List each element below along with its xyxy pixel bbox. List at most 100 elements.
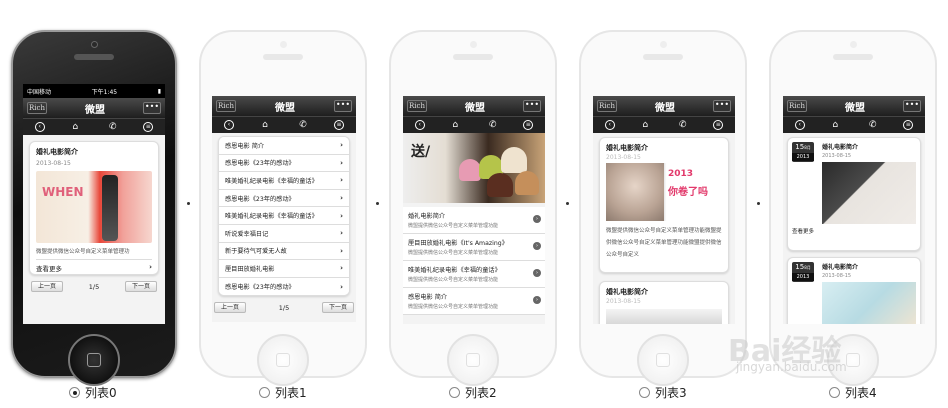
list-item[interactable]: 厘目田放婚礼电影 › [219, 260, 349, 278]
toolbar: ‹ ⌂ ✆ ≡ [212, 116, 356, 133]
phone-preview-1: Rich 微盟 ••• ‹ ⌂ ✆ ≡ 感恩电影 简介 › 感恩电影《23年的感动… [199, 30, 367, 386]
list-item[interactable]: 婚礼电影简介 微盟提供微信公众号自定义菜单管理功能 › [403, 207, 545, 234]
radio-icon[interactable] [449, 387, 460, 398]
list-item[interactable]: 感恩电影《23年的感动》 › [219, 189, 349, 208]
home-icon[interactable]: ⌂ [638, 120, 652, 130]
more-menu-button[interactable]: ••• [713, 100, 731, 112]
list-item[interactable]: 感恩电影《23年的感动》 › [219, 277, 349, 296]
option-list1[interactable]: 列表1 [259, 384, 307, 401]
nav-logo[interactable]: Rich [597, 100, 617, 112]
list-item[interactable]: 厘目田放婚礼电影《It's Amazing》 微盟提供微信公众号自定义菜单管理功… [403, 234, 545, 261]
nav-title: 微盟 [465, 102, 485, 114]
nav-logo[interactable]: Rich [787, 100, 807, 112]
ad-text: 你卷了吗 [668, 187, 708, 198]
option-list0[interactable]: 列表0 [69, 384, 117, 401]
prev-page-button[interactable]: 上一页 [214, 302, 246, 314]
timeline-card[interactable]: 158月 2013 婚礼电影简介 2013-08-15 查看更多 [787, 137, 921, 251]
radio-icon[interactable] [639, 387, 650, 398]
list-item[interactable]: 感恩电影《23年的感动》 › [219, 154, 349, 173]
status-carrier: 中国移动 [27, 88, 52, 96]
article-card[interactable]: 婚礼电影简介 2013-08-15 2013 你卷了吗 微盟提供微信公众号自定义… [599, 137, 729, 273]
menu-icon[interactable]: ≡ [713, 120, 724, 130]
separator-dot [187, 202, 190, 205]
next-page-button[interactable]: 下一页 [322, 302, 354, 314]
nav-title: 微盟 [655, 102, 675, 114]
card-image [822, 282, 916, 324]
list-item[interactable]: 唯美婚礼纪录电影《幸福的童话》 › [219, 207, 349, 225]
list-item[interactable]: 听说爱幸福日记 › [219, 224, 349, 243]
home-icon[interactable]: ⌂ [258, 120, 272, 130]
chevron-right-icon: › [149, 263, 152, 271]
separator-dot [757, 202, 760, 205]
back-icon[interactable]: ‹ [414, 120, 425, 130]
card-title: 婚礼电影简介 [822, 264, 859, 271]
nav-bar: Rich 微盟 ••• [23, 98, 165, 118]
more-menu-button[interactable]: ••• [334, 100, 352, 112]
phone-screen: Rich 微盟 ••• ‹ ⌂ ✆ ≡ 158月 2013 婚礼电影简介 201… [783, 96, 925, 324]
timeline-card[interactable]: 158月 2013 婚礼电影简介 2013-08-15 [787, 257, 921, 324]
nav-title: 微盟 [275, 102, 295, 114]
phone-preview-2: Rich 微盟 ••• ‹ ⌂ ✆ ≡ 送/ 婚礼电影简介 微盟提供微信公众号自… [389, 30, 557, 386]
phone-icon[interactable]: ✆ [486, 120, 500, 130]
banner-image[interactable]: 送/ [403, 133, 545, 203]
phone-screen: Rich 微盟 ••• ‹ ⌂ ✆ ≡ 婚礼电影简介 2013-08-15 20… [593, 96, 735, 324]
list-item[interactable]: 感恩电影 简介 微盟提供微信公众号自定义菜单管理功能 › [403, 288, 545, 315]
list-item[interactable]: 感恩电影 简介 › [219, 137, 349, 155]
radio-icon[interactable] [829, 387, 840, 398]
phone-icon[interactable]: ✆ [676, 120, 690, 130]
next-page-button[interactable]: 下一页 [125, 281, 157, 292]
camera [91, 41, 98, 48]
home-icon[interactable]: ⌂ [448, 120, 462, 130]
card-date: 2013-08-15 [606, 154, 641, 161]
radio-selected-icon[interactable] [69, 387, 80, 398]
view-more-link[interactable]: 查看更多 [792, 227, 916, 235]
list-item[interactable]: 新于要待气可爱无人故 › [219, 242, 349, 261]
back-icon[interactable]: ‹ [34, 122, 45, 132]
list-item[interactable]: 唯美婚礼纪录电影《幸福的童话》 微盟提供微信公众号自定义菜单管理功能 › [403, 261, 545, 288]
date-badge-month: 8月 [804, 265, 811, 270]
back-icon[interactable]: ‹ [224, 120, 234, 130]
option-list2[interactable]: 列表2 [449, 384, 497, 401]
cupcake-tan [515, 171, 539, 195]
list-item-title: 婚礼电影简介 [408, 213, 446, 220]
list-item-label: 感恩电影 简介 [225, 142, 265, 150]
nav-logo[interactable]: Rich [27, 102, 47, 114]
camera [660, 41, 667, 48]
cupcake-pink [459, 159, 481, 181]
phone-icon[interactable]: ✆ [106, 122, 120, 132]
menu-icon[interactable]: ≡ [523, 120, 534, 130]
phone-screen: Rich 微盟 ••• ‹ ⌂ ✆ ≡ 感恩电影 简介 › 感恩电影《23年的感动… [212, 96, 356, 322]
phone-icon[interactable]: ✆ [866, 120, 880, 130]
watermark-url: jingyan.baidu.com [736, 360, 847, 374]
list-item-label: 感恩电影《23年的感动》 [225, 195, 295, 203]
nav-logo[interactable]: Rich [216, 100, 236, 112]
more-menu-button[interactable]: ••• [143, 102, 161, 114]
menu-icon[interactable]: ≡ [334, 120, 344, 130]
more-menu-button[interactable]: ••• [903, 100, 921, 112]
card-date: 2013-08-15 [36, 160, 71, 167]
list-item-label: 新于要待气可爱无人故 [225, 248, 287, 256]
card-description: 微盟提供微信公众号自定义菜单管理功能微盟提供微信公众号自定义菜单管理功能微盟提供… [606, 228, 722, 258]
phone-icon[interactable]: ✆ [296, 120, 310, 130]
home-icon[interactable]: ⌂ [828, 120, 842, 130]
pager: 上一页 1/5 下一页 [23, 275, 165, 292]
more-menu-button[interactable]: ••• [523, 100, 541, 112]
option-list3[interactable]: 列表3 [639, 384, 687, 401]
menu-icon[interactable]: ≡ [143, 122, 154, 132]
radio-icon[interactable] [259, 387, 270, 398]
separator-dot [376, 202, 379, 205]
home-icon[interactable]: ⌂ [68, 122, 82, 132]
menu-icon[interactable]: ≡ [903, 120, 914, 130]
back-icon[interactable]: ‹ [604, 120, 615, 130]
prev-page-button[interactable]: 上一页 [31, 281, 63, 292]
back-icon[interactable]: ‹ [794, 120, 805, 130]
view-more-link[interactable]: 查看更多 › [36, 263, 152, 273]
option-list4[interactable]: 列表4 [829, 384, 877, 401]
article-card[interactable]: 婚礼电影简介 2013-08-15 WHEN 微盟提供微信公众号自定义菜单管理功… [29, 141, 159, 275]
cupcake-cream [501, 147, 527, 173]
article-card[interactable]: 婚礼电影简介 2013-08-15 [599, 281, 729, 324]
list-item-label: 厘目田放婚礼电影 [225, 265, 275, 273]
list-item-title: 唯美婚礼纪录电影《幸福的童话》 [408, 267, 501, 274]
nav-logo[interactable]: Rich [407, 100, 427, 112]
list-item[interactable]: 唯美婚礼纪录电影《幸福的童话》 › [219, 172, 349, 190]
